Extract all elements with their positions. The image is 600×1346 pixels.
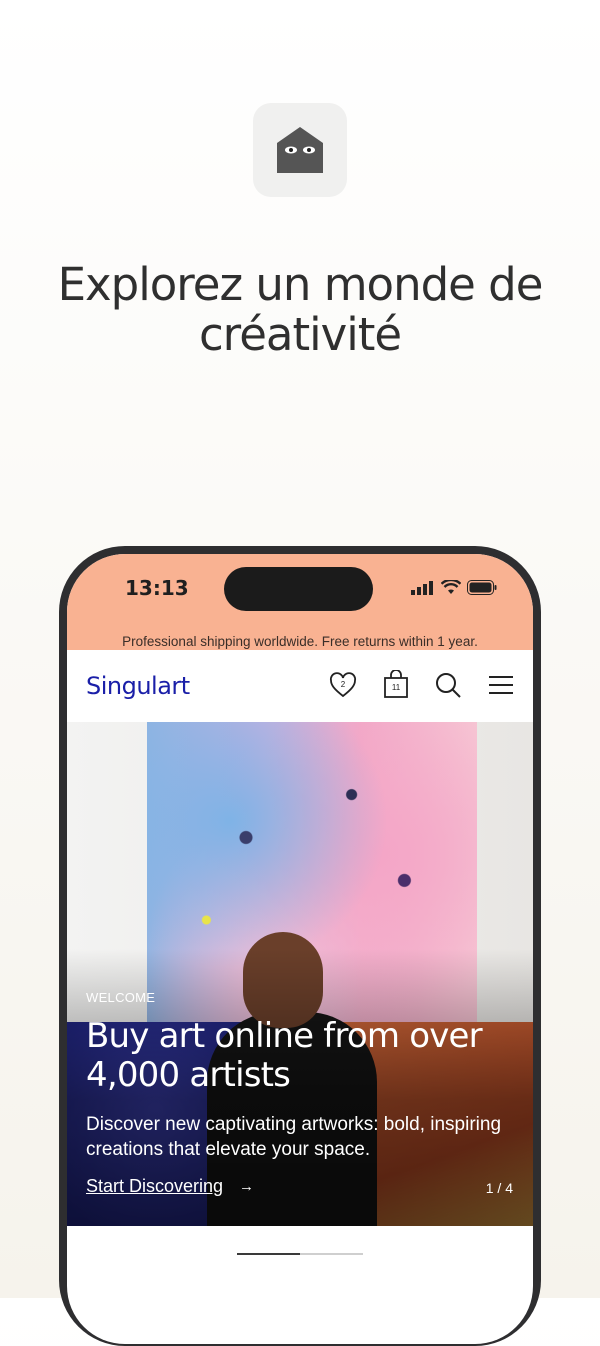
wishlist-count: 2 [340,680,346,689]
status-icons [411,580,497,595]
menu-button[interactable] [486,670,516,700]
wifi-icon [441,580,461,594]
hero-eyebrow: WELCOME [86,990,156,1005]
dynamic-island [224,567,373,611]
status-time: 13:13 [125,576,189,600]
carousel-pager: 1 / 4 [485,1180,513,1196]
cart-count: 11 [391,683,401,692]
signal-icon [411,580,433,595]
phone-screen: 13:13 Professional shipping worldwide. F… [67,554,533,1344]
status-bar: 13:13 Professional shipping worldwide. F… [67,554,533,650]
app-icon [253,103,347,197]
menu-icon [489,676,513,694]
search-icon [436,673,461,698]
battery-icon [467,580,497,595]
phone-mockup: 13:13 Professional shipping worldwide. F… [59,546,541,1346]
carousel-progress [237,1253,363,1255]
carousel-progress-fill [237,1253,300,1255]
page-headline: Explorez un monde de créativité [57,258,544,362]
brand-logo[interactable]: Singulart [86,672,190,700]
wishlist-button[interactable]: 2 [328,670,358,700]
site-header: Singulart 2 11 [67,650,533,722]
start-discovering-link[interactable]: Start Discovering [86,1176,223,1197]
hero-carousel[interactable]: WELCOME Buy art online from over 4,000 a… [67,722,533,1226]
hero-subtitle: Discover new captivating artworks: bold,… [86,1114,502,1160]
search-button[interactable] [433,670,463,700]
hero-title: Buy art online from over 4,000 artists [86,1016,483,1095]
singulart-house-icon [277,127,323,173]
arrow-right-icon: → [239,1178,254,1195]
cart-button[interactable]: 11 [381,670,411,700]
promo-banner: Professional shipping worldwide. Free re… [122,634,478,649]
